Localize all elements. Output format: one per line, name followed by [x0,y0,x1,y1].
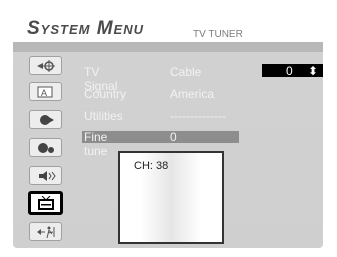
target-icon [36,59,55,72]
sidebar-item-language[interactable]: A [29,82,62,101]
header: System Menu TV TUNER [13,6,323,42]
sidebar-item-shuffle[interactable] [29,138,62,157]
sidebar-item-tv-tuner[interactable] [28,191,63,215]
menu-subtitle: TV TUNER [193,29,243,40]
header-divider [13,42,323,52]
language-icon: A [37,86,52,98]
sidebar-item-exit[interactable] [29,222,62,241]
up-down-arrows-icon[interactable]: ⬍ [308,64,318,78]
play-icon [39,114,54,125]
fine-tune-value: 0 [170,130,177,144]
tv-icon [37,196,54,210]
country-label: Country [84,87,127,101]
sidebar-item-playback[interactable] [29,110,62,129]
tv-preview-window: CH: 38 [118,151,224,244]
fine-tune-label: Fine tune [84,130,108,158]
tv-signal-value: Cable [170,65,202,79]
utilities-value: -------------- [170,109,226,123]
sidebar-item-target[interactable] [29,56,62,75]
utilities-label: Utilities [84,109,123,123]
country-value: America [170,87,215,101]
sidebar-item-audio[interactable] [29,166,62,185]
value-spinner[interactable]: 0 ⬍ [262,63,323,78]
osd-screen: System Menu TV TUNER A TV Signal Cable C… [13,6,323,248]
exit-icon [36,226,54,238]
speaker-icon [38,170,56,181]
channel-label: CH: 38 [134,160,169,172]
shuffle-icon [37,142,54,153]
svg-text:A: A [41,88,47,98]
menu-title: System Menu [27,18,145,39]
spinner-value: 0 [286,63,293,78]
